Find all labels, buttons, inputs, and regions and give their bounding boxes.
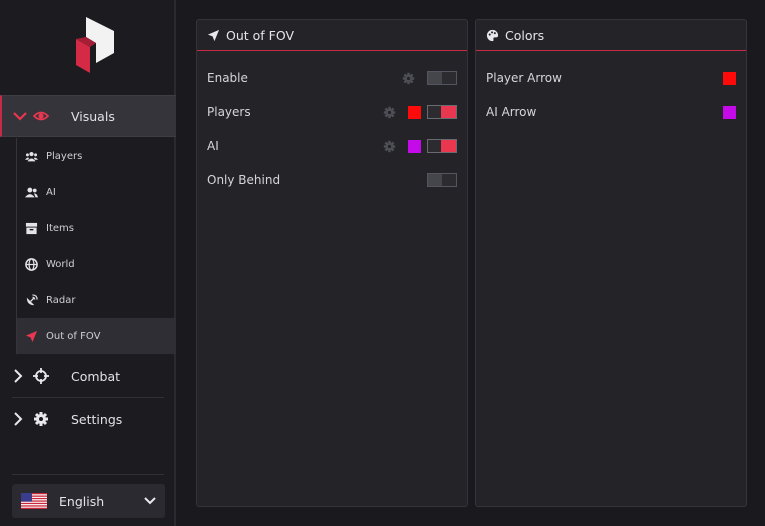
ai-toggle[interactable] <box>427 139 457 153</box>
players-color-swatch[interactable] <box>408 105 421 119</box>
users-icon <box>25 151 38 161</box>
language-label: English <box>59 493 105 509</box>
out-of-fov-panel: Out of FOV Enable Players AI Only Behind <box>196 19 468 507</box>
eye-icon <box>33 111 49 121</box>
players-label: Players <box>207 105 251 119</box>
ai-arrow-label: AI Arrow <box>486 105 537 119</box>
enable-row: Enable <box>207 68 457 88</box>
toggle-knob <box>428 72 442 84</box>
sidebar: Visuals Players AI Items World Radar Out… <box>0 0 176 526</box>
nav-combat[interactable]: Combat <box>0 355 176 397</box>
nav-settings-label: Settings <box>71 411 123 427</box>
chevron-down-icon <box>13 112 27 121</box>
only-behind-row: Only Behind <box>207 170 457 190</box>
gear-icon[interactable] <box>383 106 396 119</box>
player-arrow-row: Player Arrow <box>486 68 736 88</box>
subnav-world[interactable]: World <box>17 246 176 282</box>
box-icon <box>25 222 38 234</box>
nav-visuals-label: Visuals <box>71 108 115 124</box>
subnav-players-label: Players <box>46 150 83 162</box>
palette-icon <box>486 29 499 41</box>
chevron-right-icon <box>14 412 23 426</box>
location-arrow-icon <box>207 29 220 41</box>
subnav-radar[interactable]: Radar <box>17 282 176 318</box>
subnav-players[interactable]: Players <box>17 138 176 174</box>
toggle-knob <box>428 174 442 186</box>
ai-color-swatch[interactable] <box>408 139 421 153</box>
only-behind-label: Only Behind <box>207 173 281 187</box>
nav-settings[interactable]: Settings <box>0 398 176 440</box>
colors-panel: Colors Player Arrow AI Arrow <box>475 19 747 507</box>
location-arrow-icon <box>25 330 38 342</box>
ai-arrow-color-swatch[interactable] <box>723 105 736 119</box>
satellite-dish-icon <box>26 293 38 305</box>
subnav-items[interactable]: Items <box>17 210 176 246</box>
subnav-world-label: World <box>46 258 75 270</box>
toggle-knob <box>441 140 456 152</box>
colors-panel-header: Colors <box>476 20 746 51</box>
chevron-down-icon <box>144 497 156 505</box>
gear-icon[interactable] <box>383 140 396 153</box>
lang-divider <box>12 474 164 475</box>
subnav-out-of-fov[interactable]: Out of FOV <box>17 318 176 354</box>
subnav-ai[interactable]: AI <box>17 174 176 210</box>
chevron-right-icon <box>14 369 23 383</box>
ai-row: AI <box>207 136 457 156</box>
only-behind-toggle[interactable] <box>427 173 457 187</box>
toggle-knob <box>441 106 456 118</box>
logo-icon <box>76 17 114 73</box>
subnav-radar-label: Radar <box>46 294 76 306</box>
nav-visuals[interactable]: Visuals <box>0 95 176 137</box>
visuals-submenu: Players AI Items World Radar Out of FOV <box>16 138 176 354</box>
subnav-items-label: Items <box>46 222 74 234</box>
us-flag-icon <box>21 493 47 509</box>
ai-arrow-row: AI Arrow <box>486 102 736 122</box>
out-of-fov-panel-title: Out of FOV <box>226 27 295 43</box>
players-row: Players <box>207 102 457 122</box>
gear-icon[interactable] <box>402 72 415 85</box>
ai-label: AI <box>207 139 219 153</box>
player-arrow-label: Player Arrow <box>486 71 562 85</box>
enable-toggle[interactable] <box>427 71 457 85</box>
globe-icon <box>25 257 38 271</box>
player-arrow-color-swatch[interactable] <box>723 71 736 85</box>
enable-label: Enable <box>207 71 248 85</box>
subnav-out-of-fov-label: Out of FOV <box>46 330 101 342</box>
gear-icon <box>34 412 48 426</box>
user-group-icon <box>25 187 38 197</box>
crosshairs-icon <box>33 368 49 384</box>
language-select[interactable]: English <box>12 484 165 518</box>
subnav-ai-label: AI <box>46 186 56 198</box>
nav-combat-label: Combat <box>71 368 121 384</box>
players-toggle[interactable] <box>427 105 457 119</box>
out-of-fov-panel-header: Out of FOV <box>197 20 467 51</box>
colors-panel-title: Colors <box>505 27 545 43</box>
